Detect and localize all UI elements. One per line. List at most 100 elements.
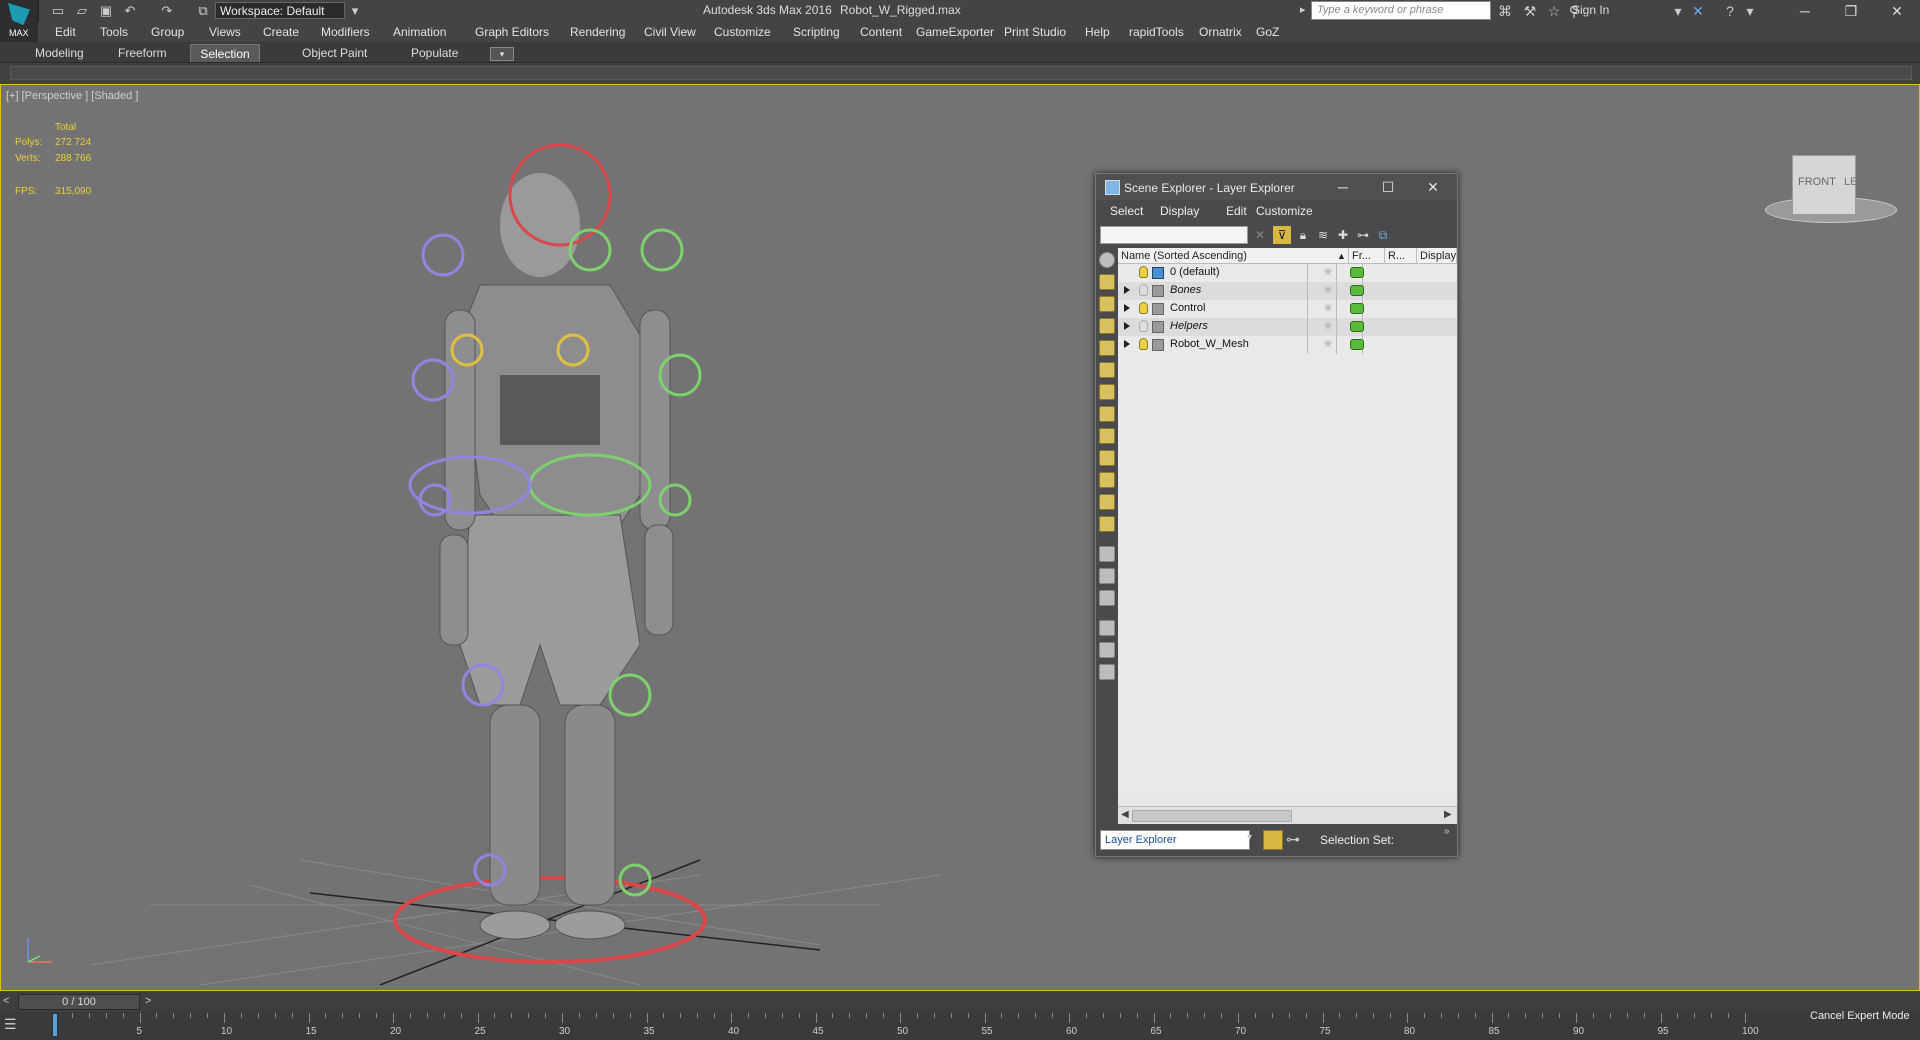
redo-icon[interactable]: ↷	[157, 2, 177, 20]
explorer-mode-dropdown[interactable]: Layer Explorer	[1100, 830, 1250, 850]
scene-render[interactable]	[0, 85, 1000, 985]
expand-arrow-icon[interactable]	[1124, 340, 1130, 348]
layer-name[interactable]: Helpers	[1170, 320, 1208, 332]
renderable-toggle-icon[interactable]	[1350, 303, 1364, 314]
se-menu-edit[interactable]: Edit	[1226, 204, 1247, 218]
close-window-icon[interactable]: ✕	[1874, 0, 1920, 22]
display-bones-icon[interactable]	[1099, 450, 1115, 466]
current-frame-marker[interactable]	[52, 1013, 58, 1037]
expand-arrow-icon[interactable]	[1124, 286, 1130, 294]
se-menu-select[interactable]: Select	[1110, 204, 1143, 218]
menu-modifiers[interactable]: Modifiers	[321, 25, 370, 39]
tab-freeform[interactable]: Freeform	[112, 44, 173, 62]
se-menu-customize[interactable]: Customize	[1256, 204, 1313, 218]
se-maximize-icon[interactable]: ☐	[1366, 174, 1410, 200]
hide-toggle-bulb-icon[interactable]	[1139, 302, 1148, 314]
tab-selection[interactable]: Selection	[190, 44, 260, 62]
display-helpers-icon[interactable]	[1099, 362, 1115, 378]
display-invert-icon[interactable]	[1099, 568, 1115, 584]
scroll-thumb[interactable]	[1132, 810, 1292, 822]
sort-by-hierarchy-icon[interactable]: ⊶	[1286, 831, 1300, 848]
undo-icon[interactable]: ↶	[120, 2, 140, 20]
scene-explorer-titlebar[interactable]: Scene Explorer - Layer Explorer ─ ☐ ✕	[1096, 174, 1457, 200]
display-cameras-icon[interactable]	[1099, 340, 1115, 356]
expand-arrow-icon[interactable]	[1124, 322, 1130, 330]
freeze-toggle-icon[interactable]: ✳	[1323, 301, 1333, 315]
layer-name[interactable]: 0 (default)	[1170, 266, 1220, 278]
tab-populate[interactable]: Populate	[405, 44, 464, 62]
menu-content[interactable]: Content	[860, 25, 902, 39]
layer-name[interactable]: Bones	[1170, 284, 1201, 296]
layer-row[interactable]: Bones ✳	[1118, 282, 1457, 300]
layer-row[interactable]: 0 (default) ✳	[1118, 264, 1457, 282]
menu-group[interactable]: Group	[151, 25, 184, 39]
renderable-toggle-icon[interactable]	[1350, 267, 1364, 278]
filter-options-icon[interactable]	[1099, 642, 1115, 658]
scroll-left-icon[interactable]: ◀	[1121, 809, 1129, 820]
col-render-header[interactable]: R...	[1385, 248, 1417, 264]
search-input[interactable]: Type a keyword or phrase	[1311, 1, 1491, 20]
se-menu-display[interactable]: Display	[1160, 204, 1199, 218]
display-all-icon[interactable]	[1099, 252, 1115, 268]
freeze-toggle-icon[interactable]: ✳	[1323, 319, 1333, 333]
viewcube[interactable]: FRONT LE	[1792, 155, 1857, 215]
tab-object-paint[interactable]: Object Paint	[296, 44, 373, 62]
layer-row[interactable]: Control ✳	[1118, 300, 1457, 318]
hide-toggle-bulb-icon[interactable]	[1139, 338, 1148, 350]
hide-toggle-bulb-icon[interactable]	[1139, 284, 1148, 296]
help-dropdown-icon[interactable]: ▾	[1740, 2, 1760, 20]
hide-toggle-bulb-icon[interactable]	[1139, 266, 1148, 278]
frame-ruler[interactable]: 0510152025303540455055606570758085909510…	[52, 1013, 1795, 1039]
layers-stack-icon[interactable]: ⧉	[1374, 226, 1392, 244]
layer-name[interactable]: Robot_W_Mesh	[1170, 338, 1249, 350]
mini-curve-editor-icon[interactable]: ☰	[4, 1016, 26, 1034]
filter-funnel-icon[interactable]	[1099, 620, 1115, 636]
freeze-toggle-icon[interactable]: ✳	[1323, 337, 1333, 351]
sign-in-link[interactable]: Sign In	[1572, 3, 1609, 17]
favorites-star-icon[interactable]: ☆	[1544, 2, 1564, 20]
display-all-toggle-icon[interactable]	[1099, 590, 1115, 606]
menu-views[interactable]: Views	[209, 25, 241, 39]
explorer-mode-chevron-icon[interactable]: ▾	[1247, 832, 1252, 843]
display-xrefs-icon[interactable]	[1099, 428, 1115, 444]
viewcube-side-label[interactable]: LE	[1844, 176, 1857, 188]
app-menu-button[interactable]: MAX	[0, 0, 39, 42]
time-slider[interactable]: 0 / 100	[18, 994, 140, 1010]
hierarchy-icon[interactable]: ⊶	[1354, 226, 1372, 244]
freeze-toggle-icon[interactable]: ✳	[1323, 283, 1333, 297]
open-file-icon[interactable]: ▱	[72, 2, 92, 20]
renderable-toggle-icon[interactable]	[1350, 321, 1364, 332]
layer-row[interactable]: Robot_W_Mesh ✳	[1118, 336, 1457, 354]
se-minimize-icon[interactable]: ─	[1321, 174, 1365, 200]
col-frozen-header[interactable]: Fr...	[1349, 248, 1385, 264]
menu-edit[interactable]: Edit	[55, 25, 76, 39]
display-hidden-icon[interactable]	[1099, 516, 1115, 532]
sign-in-dropdown-icon[interactable]: ▾	[1668, 2, 1688, 20]
display-geometry-icon[interactable]	[1099, 274, 1115, 290]
search-expand-icon[interactable]: ▸	[1300, 3, 1306, 16]
menu-goz[interactable]: GoZ	[1256, 25, 1279, 39]
menu-rapidtools[interactable]: rapidTools	[1129, 25, 1184, 39]
layer-settings-icon[interactable]: ≋	[1314, 226, 1332, 244]
expand-footer-icon[interactable]: »	[1444, 826, 1450, 837]
display-groups-icon[interactable]	[1099, 406, 1115, 422]
se-find-input[interactable]	[1100, 226, 1248, 244]
menu-animation[interactable]: Animation	[393, 25, 446, 39]
expand-arrow-icon[interactable]	[1124, 304, 1130, 312]
horizontal-scrollbar[interactable]: ◀ ▶	[1118, 806, 1457, 825]
display-none-icon[interactable]	[1099, 546, 1115, 562]
project-folder-icon[interactable]: ⧉	[193, 2, 213, 20]
new-file-icon[interactable]: ▭	[48, 2, 68, 20]
display-containers-icon[interactable]	[1099, 472, 1115, 488]
quick-access-dropdown-icon[interactable]: ▾	[345, 2, 365, 20]
tab-modeling[interactable]: Modeling	[29, 44, 90, 62]
display-lights-icon[interactable]	[1099, 318, 1115, 334]
menu-rendering[interactable]: Rendering	[570, 25, 625, 39]
prev-frame-icon[interactable]: <	[3, 995, 9, 1007]
restore-window-icon[interactable]: ❐	[1828, 0, 1874, 22]
menu-ornatrix[interactable]: Ornatrix	[1199, 25, 1242, 39]
menu-tools[interactable]: Tools	[100, 25, 128, 39]
next-frame-icon[interactable]: >	[145, 995, 151, 1007]
sort-by-layer-icon[interactable]	[1263, 830, 1283, 850]
ribbon-options-dropdown-icon[interactable]: ▾	[490, 47, 514, 61]
